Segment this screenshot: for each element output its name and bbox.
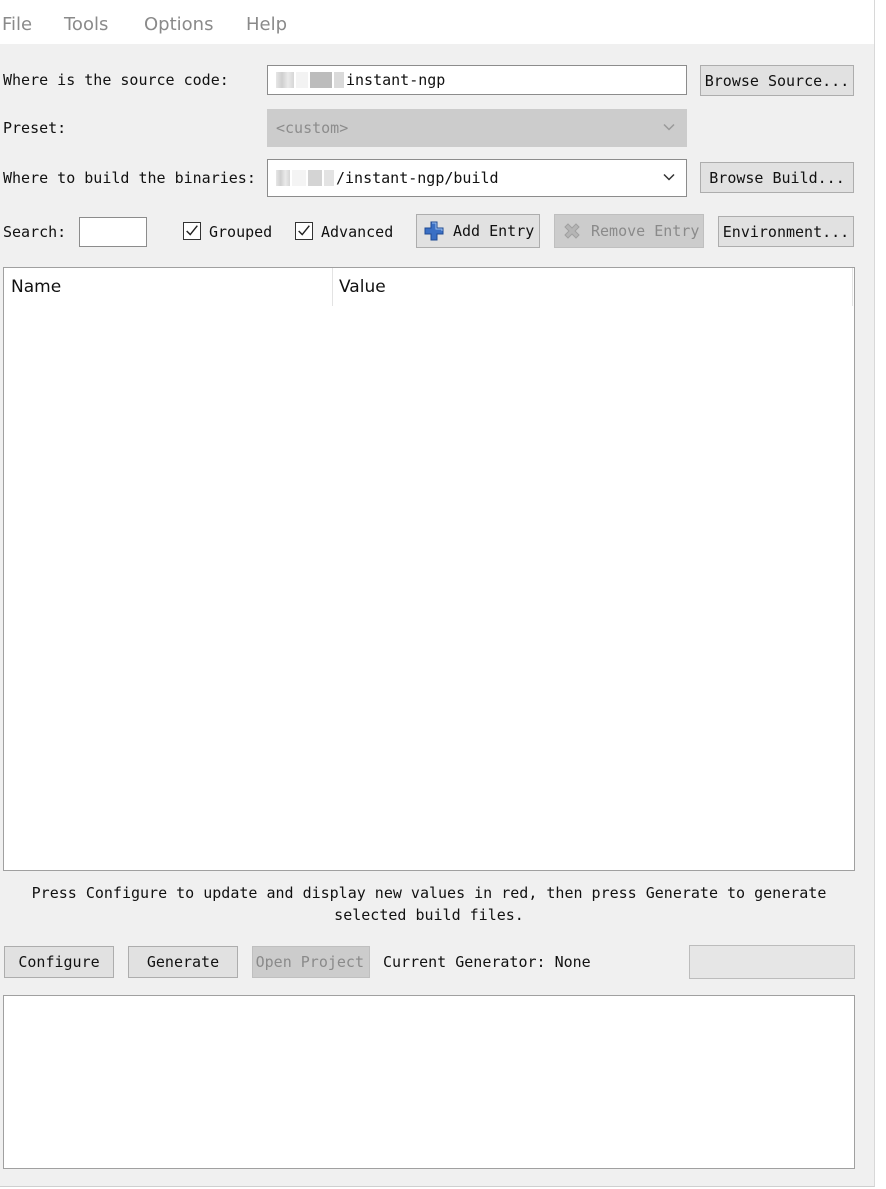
search-label: Search: — [3, 223, 67, 241]
build-path-text: /instant-ngp/build — [336, 169, 499, 187]
add-entry-label: Add Entry — [453, 222, 535, 240]
hint-text-line-1: Press Configure to update and display ne… — [31, 884, 827, 902]
menu-help[interactable]: Help — [246, 14, 287, 35]
progress-bar — [689, 945, 855, 979]
configure-button[interactable]: Configure — [4, 946, 114, 978]
hint-text-line-2: selected build files. — [334, 906, 524, 924]
source-path-text: instant-ngp — [346, 71, 446, 89]
remove-x-icon — [564, 223, 580, 239]
menu-options[interactable]: Options — [144, 14, 213, 35]
browse-build-button[interactable]: Browse Build... — [700, 162, 854, 193]
table-header-divider — [852, 268, 853, 306]
cache-entries-table[interactable]: Name Value — [3, 267, 855, 871]
preset-select[interactable]: <custom> — [267, 109, 687, 147]
redacted-path-segment — [276, 72, 346, 88]
environment-button[interactable]: Environment... — [718, 216, 854, 247]
build-label: Where to build the binaries: — [3, 169, 256, 187]
preset-label: Preset: — [3, 119, 67, 137]
menu-bar: File Tools Options Help — [0, 0, 874, 44]
remove-entry-button[interactable]: Remove Entry — [554, 214, 704, 248]
menu-tools[interactable]: Tools — [64, 14, 108, 35]
chevron-down-icon[interactable] — [662, 173, 676, 183]
cmake-gui-window: File Tools Options Help Where is the sou… — [0, 0, 875, 1187]
menu-file[interactable]: File — [2, 14, 32, 35]
remove-entry-label: Remove Entry — [591, 222, 700, 240]
current-generator-label: Current Generator: None — [383, 953, 591, 971]
open-project-button[interactable]: Open Project — [252, 946, 370, 978]
add-entry-button[interactable]: Add Entry — [416, 214, 540, 248]
checkmark-icon — [186, 225, 198, 236]
table-header-name[interactable]: Name — [4, 268, 332, 306]
grouped-checkbox[interactable] — [183, 222, 201, 240]
redacted-path-segment — [276, 170, 336, 186]
generate-button[interactable]: Generate — [128, 946, 238, 978]
advanced-checkbox[interactable] — [295, 222, 313, 240]
grouped-label[interactable]: Grouped — [209, 223, 272, 241]
source-label: Where is the source code: — [3, 71, 229, 89]
chevron-down-icon — [663, 123, 675, 131]
search-input[interactable] — [79, 217, 147, 247]
advanced-label[interactable]: Advanced — [321, 223, 393, 241]
output-log[interactable] — [3, 995, 855, 1169]
checkmark-icon — [298, 225, 310, 236]
source-path-input[interactable]: instant-ngp — [267, 65, 687, 95]
plus-icon — [424, 221, 444, 241]
build-path-combo[interactable]: /instant-ngp/build — [267, 159, 687, 197]
table-header-value[interactable]: Value — [332, 268, 852, 306]
browse-source-button[interactable]: Browse Source... — [700, 65, 854, 96]
preset-value: <custom> — [276, 119, 349, 137]
